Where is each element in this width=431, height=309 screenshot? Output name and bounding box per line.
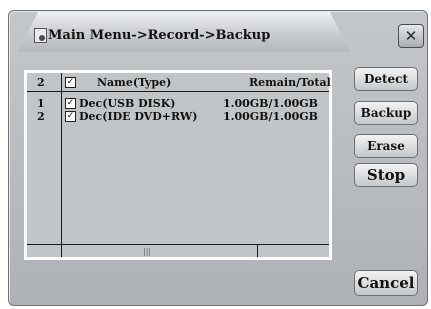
footer-divider xyxy=(27,244,329,245)
stop-button[interactable]: Stop xyxy=(354,163,418,187)
row-index: 1 xyxy=(37,97,45,110)
row-checkbox[interactable]: ✓ xyxy=(65,111,76,122)
scrollbar-grip-icon[interactable]: ||| xyxy=(143,246,151,257)
scrollbar-divider xyxy=(257,245,258,257)
row-device-name[interactable]: Dec(USB DISK) xyxy=(79,98,176,110)
header-divider xyxy=(27,91,329,92)
cancel-button[interactable]: Cancel xyxy=(354,270,418,296)
row-checkbox[interactable]: ✓ xyxy=(65,98,76,109)
device-list: ||| 2 ✓ Name(Type) Remain/Total 1 ✓ Dec(… xyxy=(24,70,332,260)
row-capacity: 1.00GB/1.00GB xyxy=(223,97,318,110)
column-header-name: Name(Type) xyxy=(97,76,172,89)
row-capacity: 1.00GB/1.00GB xyxy=(223,110,318,123)
dialog-title: Main Menu->Record->Backup xyxy=(48,28,271,43)
row-device-name[interactable]: Dec(IDE DVD+RW) xyxy=(79,111,197,123)
row-index: 2 xyxy=(37,110,45,123)
column-divider xyxy=(61,73,62,257)
row-count: 2 xyxy=(37,76,45,89)
erase-button[interactable]: Erase xyxy=(354,134,418,158)
backup-button[interactable]: Backup xyxy=(354,101,418,125)
column-header-remain: Remain/Total xyxy=(249,76,331,89)
detect-button[interactable]: Detect xyxy=(354,67,418,91)
select-all-checkbox[interactable]: ✓ xyxy=(65,77,76,88)
record-disk-icon xyxy=(34,28,47,43)
close-button[interactable]: ✕ xyxy=(398,24,424,48)
